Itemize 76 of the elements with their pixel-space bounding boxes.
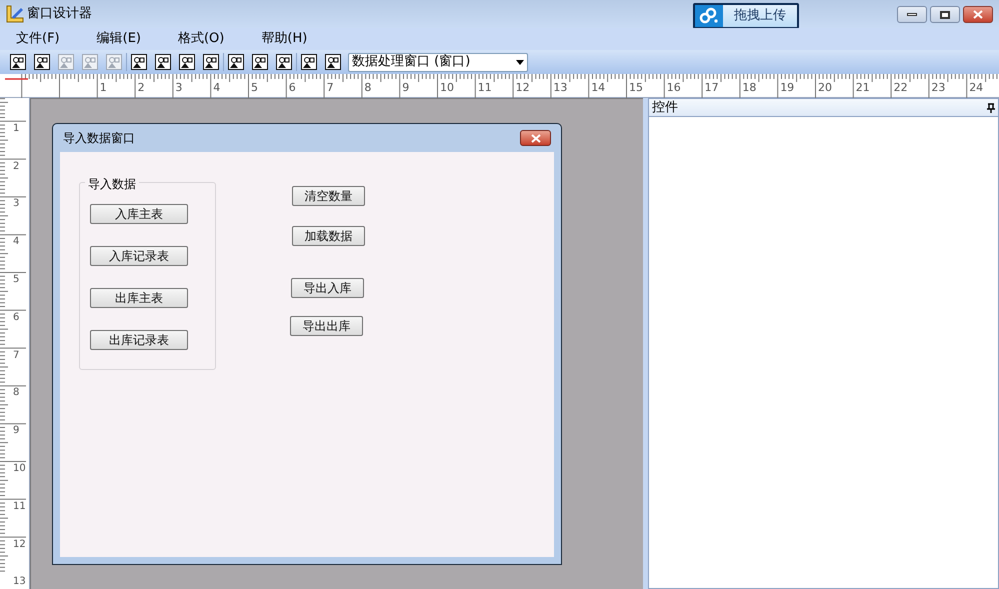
ruler-number: 13: [553, 82, 568, 93]
window-title: 窗口设计器: [27, 5, 92, 24]
ruler-number: 8: [13, 388, 20, 398]
toolbar-button[interactable]: [154, 53, 172, 71]
ruler-number: 11: [478, 82, 492, 93]
form-button[interactable]: 加载数据: [292, 226, 365, 246]
toolbar-button[interactable]: [9, 53, 27, 71]
form-title: 导入数据窗口: [63, 130, 135, 147]
ruler-number: 5: [13, 275, 20, 285]
toolbar-button[interactable]: [130, 53, 148, 71]
toolbar-button[interactable]: [251, 53, 269, 71]
ruler-number: 1: [100, 82, 107, 93]
pin-icon[interactable]: [987, 102, 995, 112]
ruler-number: 7: [326, 82, 334, 93]
toolbar-button[interactable]: [202, 53, 220, 71]
menu-item[interactable]: 编辑(E): [88, 29, 149, 49]
form-button[interactable]: 入库主表: [90, 204, 188, 224]
ruler-pencil-icon: [6, 5, 24, 23]
ruler-number: 3: [13, 199, 20, 210]
ruler-number: 11: [13, 502, 26, 512]
ruler-number: 4: [13, 237, 20, 248]
ruler-number: 24: [969, 82, 984, 93]
form-button[interactable]: 出库记录表: [90, 330, 188, 350]
ruler-number: 10: [440, 82, 454, 93]
ruler-number: 6: [288, 82, 296, 93]
ruler-number: 20: [818, 82, 832, 93]
window-select[interactable]: 数据处理窗口 (窗口): [348, 52, 528, 72]
dropdown-caret-icon: [516, 60, 524, 64]
ruler-number: 4: [213, 82, 220, 93]
ruler-number: 9: [13, 426, 20, 436]
ruler-number: 8: [364, 82, 372, 93]
menu-item[interactable]: 帮助(H): [253, 29, 316, 49]
panel-title: 控件: [652, 101, 679, 114]
ruler-number: 23: [931, 82, 946, 93]
ruler-number: 13: [13, 577, 26, 588]
ruler-number: 15: [629, 82, 643, 93]
form-button[interactable]: 清空数量: [292, 186, 365, 206]
form-button[interactable]: 导出入库: [291, 278, 364, 298]
ruler-number: 5: [251, 82, 258, 93]
toolbar-button[interactable]: [275, 53, 293, 71]
maximize-button[interactable]: [930, 6, 960, 23]
form-button[interactable]: 出库主表: [90, 288, 188, 308]
ruler-number: 2: [13, 162, 20, 172]
minimize-button[interactable]: [897, 6, 927, 23]
ruler-number: 7: [13, 350, 20, 361]
cloud-link-icon: [695, 5, 723, 27]
close-icon: [973, 10, 983, 19]
menu-item[interactable]: 格式(O): [170, 29, 232, 49]
ruler-number: 10: [13, 464, 26, 474]
close-icon: [530, 134, 540, 142]
ruler-number: 17: [704, 82, 719, 93]
close-button[interactable]: [963, 6, 993, 23]
ruler-number: 1: [13, 124, 20, 134]
toolbar-button[interactable]: [33, 53, 51, 71]
ruler-number: 12: [516, 82, 530, 93]
toolbar-button[interactable]: [178, 53, 196, 71]
group-label: 导入数据: [85, 175, 139, 193]
toolbar-button[interactable]: [300, 53, 318, 71]
ruler-number: 9: [402, 82, 410, 93]
form-button[interactable]: 导出出库: [290, 316, 363, 336]
toolbar-button[interactable]: [227, 53, 245, 71]
ruler-number: 12: [13, 540, 26, 550]
ruler-number: 3: [175, 82, 182, 93]
ruler-number: 18: [742, 82, 756, 93]
form-button[interactable]: 入库记录表: [90, 246, 188, 266]
form-close-button[interactable]: [520, 130, 551, 146]
ruler-number: 16: [666, 82, 681, 93]
toolbar-button[interactable]: [324, 53, 342, 71]
ruler-number: 19: [780, 82, 794, 93]
ruler-number: 14: [591, 82, 606, 93]
ruler-number: 22: [894, 82, 908, 93]
ruler-number: 2: [138, 82, 145, 93]
upload-button[interactable]: 拖拽上传: [693, 3, 799, 29]
menu-item[interactable]: 文件(F): [8, 29, 68, 49]
ruler-number: 21: [856, 82, 870, 93]
ruler-number: 6: [13, 312, 20, 323]
